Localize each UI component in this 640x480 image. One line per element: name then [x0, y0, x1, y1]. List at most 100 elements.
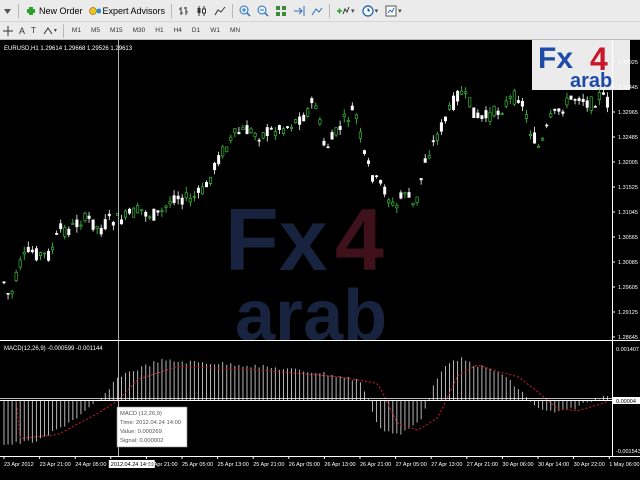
candle-body: [597, 92, 601, 100]
label-tool-button[interactable]: T: [28, 22, 39, 40]
templates-button[interactable]: ▾: [382, 2, 406, 20]
candle-body: [241, 126, 245, 130]
expert-advisors-button[interactable]: Expert Advisors: [86, 2, 169, 20]
candle-body: [330, 132, 334, 140]
price-label: 1.32965: [618, 110, 638, 116]
candle-body: [103, 219, 107, 230]
periods-button[interactable]: ▾: [359, 2, 383, 20]
price-label: 1.33445: [618, 85, 638, 91]
candle-body: [42, 252, 46, 255]
indicators-button[interactable]: ▾: [333, 2, 359, 20]
candle-body: [383, 186, 387, 195]
arrow-down-icon[interactable]: [0, 2, 15, 20]
toolbar-separator: [62, 23, 64, 38]
zoom-in-button[interactable]: [236, 2, 254, 20]
candle-body: [294, 119, 298, 124]
tile-windows-button[interactable]: [272, 2, 290, 20]
line-chart-button[interactable]: [211, 2, 229, 20]
time-label: 26 Apr 21:00: [360, 462, 391, 468]
candle-body: [508, 96, 512, 99]
candle-body: [318, 119, 322, 125]
auto-scroll-button[interactable]: [290, 2, 308, 20]
candle-body: [488, 111, 492, 122]
macd-scale-label: 0.00004: [616, 399, 636, 405]
candle-body: [415, 196, 419, 203]
candle-body: [213, 162, 217, 171]
timeframe-w1[interactable]: W1: [205, 23, 225, 39]
svg-text:Fx: Fx: [225, 190, 328, 289]
candle-body: [468, 97, 472, 108]
clock-icon: [361, 4, 374, 17]
candle-body: [55, 232, 59, 235]
time-label: 25 Apr 21:00: [253, 462, 284, 468]
candle-body: [164, 205, 168, 208]
candle-body: [257, 139, 261, 142]
candle-body: [573, 99, 577, 101]
text-tool-button[interactable]: A: [16, 22, 28, 40]
templates-icon: [385, 5, 397, 16]
candle-body: [589, 96, 593, 111]
timeframe-h4[interactable]: H4: [169, 23, 187, 39]
tile-windows-icon: [276, 5, 287, 16]
candle-body: [34, 248, 38, 261]
time-label: 30 Apr 14:00: [538, 462, 569, 468]
chart-canvas[interactable]: Fx 4 arab Fx 4 arab EURUSD,H1 1.29614 1.…: [0, 40, 640, 480]
candle-body: [184, 192, 188, 199]
candle-body: [379, 179, 383, 184]
candle-body: [188, 197, 192, 203]
candle-body: [168, 201, 172, 205]
bar-chart-button[interactable]: [175, 2, 193, 20]
candle-body: [561, 111, 565, 114]
timeframe-m1[interactable]: M1: [67, 23, 86, 39]
candle-body: [160, 210, 164, 212]
price-label: 1.30085: [618, 260, 638, 266]
chart-window[interactable]: Fx 4 arab Fx 4 arab EURUSD,H1 1.29614 1.…: [0, 40, 640, 480]
macd-header: MACD(12,26,9) -0.000599 -0.001144: [4, 346, 103, 352]
candle-body: [500, 113, 504, 115]
timeframe-mn[interactable]: MN: [225, 23, 245, 39]
candle-body: [302, 114, 306, 122]
zoom-in-icon: [239, 5, 251, 17]
candle-body: [435, 133, 439, 141]
candle-body: [111, 221, 115, 226]
macd-scale-label: 0.001407: [616, 347, 639, 353]
candle-body: [128, 208, 132, 214]
candle-body: [443, 116, 447, 122]
candle-body: [71, 223, 75, 225]
timeframe-m5[interactable]: M5: [86, 23, 105, 39]
arrows-tool-button[interactable]: ▾: [39, 22, 60, 40]
price-label: 1.31525: [618, 185, 638, 191]
timeframe-toolbar: A T ▾ M1 M5 M15 M30 H1 H4 D1 W1 MN: [0, 22, 640, 40]
candlestick-button[interactable]: [193, 2, 211, 20]
dropdown-arrow-icon: ▾: [351, 7, 355, 15]
candle-body: [83, 213, 87, 222]
timeframe-m30[interactable]: M30: [128, 23, 151, 39]
candle-body: [245, 125, 249, 135]
time-label: 24 Apr 21:00: [146, 462, 177, 468]
time-label: 27 Apr 05:00: [396, 462, 427, 468]
candle-body: [306, 108, 310, 117]
tooltip-line: MACD (12,26,9): [120, 411, 162, 417]
svg-text:4: 4: [335, 190, 384, 289]
candle-body: [269, 127, 273, 130]
candle-body: [593, 106, 597, 108]
chart-shift-button[interactable]: [308, 2, 326, 20]
timeframe-h1[interactable]: H1: [150, 23, 168, 39]
candle-body: [119, 219, 123, 225]
crosshair-button[interactable]: [0, 22, 16, 40]
candle-body: [107, 213, 111, 217]
zoom-out-button[interactable]: [254, 2, 272, 20]
candle-body: [395, 205, 399, 209]
candle-body: [439, 122, 443, 132]
timeframe-d1[interactable]: D1: [187, 23, 205, 39]
expert-advisors-icon: [88, 6, 101, 15]
toolbar-separator: [18, 3, 19, 18]
candle-body: [2, 281, 6, 284]
candle-body: [391, 201, 395, 206]
svg-text:arab: arab: [235, 276, 387, 356]
candle-body: [605, 96, 609, 108]
candle-body: [63, 227, 67, 237]
candle-body: [59, 223, 63, 230]
new-order-button[interactable]: New Order: [22, 2, 86, 20]
timeframe-m15[interactable]: M15: [105, 23, 128, 39]
